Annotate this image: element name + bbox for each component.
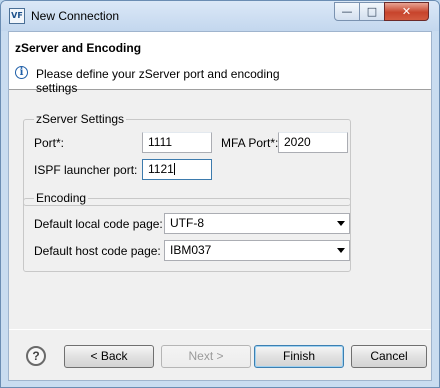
host-code-page-value: IBM037 xyxy=(170,243,212,257)
wizard-banner: zServer and Encoding i Please define you… xyxy=(9,32,431,95)
ispf-launcher-port-field[interactable]: 1121 xyxy=(142,159,212,180)
ispf-launcher-port-value: 1121 xyxy=(148,162,174,176)
mfa-port-field[interactable]: 2020 xyxy=(278,132,348,153)
group-title-encoding: Encoding xyxy=(34,191,89,205)
chevron-down-icon xyxy=(337,221,345,226)
finish-button[interactable]: Finish xyxy=(254,345,344,368)
next-button[interactable]: Next > xyxy=(161,345,251,368)
host-code-page-label: Default host code page: xyxy=(34,244,161,258)
minimize-button[interactable]: — xyxy=(334,2,360,21)
page-title: zServer and Encoding xyxy=(15,41,142,55)
window-title: New Connection xyxy=(31,9,120,23)
text-caret xyxy=(173,163,175,175)
dialog-window: VF New Connection — □ ✕ zServer and Enco… xyxy=(0,0,440,388)
mfa-port-label: MFA Port*: xyxy=(221,136,279,150)
host-code-page-select[interactable]: IBM037 xyxy=(164,240,350,261)
local-code-page-label: Default local code page: xyxy=(34,217,163,231)
page-description: Please define your zServer port and enco… xyxy=(36,67,280,95)
encoding-group: Encoding Default local code page: UTF-8 … xyxy=(23,191,351,272)
close-button[interactable]: ✕ xyxy=(384,2,429,21)
help-button[interactable]: ? xyxy=(26,346,46,366)
port-field[interactable]: 1111 xyxy=(142,132,212,153)
dialog-content: zServer and Encoding i Please define you… xyxy=(8,31,432,381)
port-label: Port*: xyxy=(34,136,65,150)
local-code-page-value: UTF-8 xyxy=(170,216,204,230)
app-icon: VF xyxy=(9,8,25,24)
cancel-button[interactable]: Cancel xyxy=(351,345,427,368)
maximize-button[interactable]: □ xyxy=(359,2,385,21)
title-bar[interactable]: VF New Connection — □ ✕ xyxy=(1,1,439,31)
ispf-launcher-port-label: ISPF launcher port: xyxy=(34,163,138,177)
back-button[interactable]: < Back xyxy=(64,345,154,368)
group-title-zserver: zServer Settings xyxy=(34,112,127,126)
info-icon: i xyxy=(15,66,28,79)
local-code-page-select[interactable]: UTF-8 xyxy=(164,213,350,234)
button-bar-divider xyxy=(9,329,431,330)
chevron-down-icon xyxy=(337,248,345,253)
